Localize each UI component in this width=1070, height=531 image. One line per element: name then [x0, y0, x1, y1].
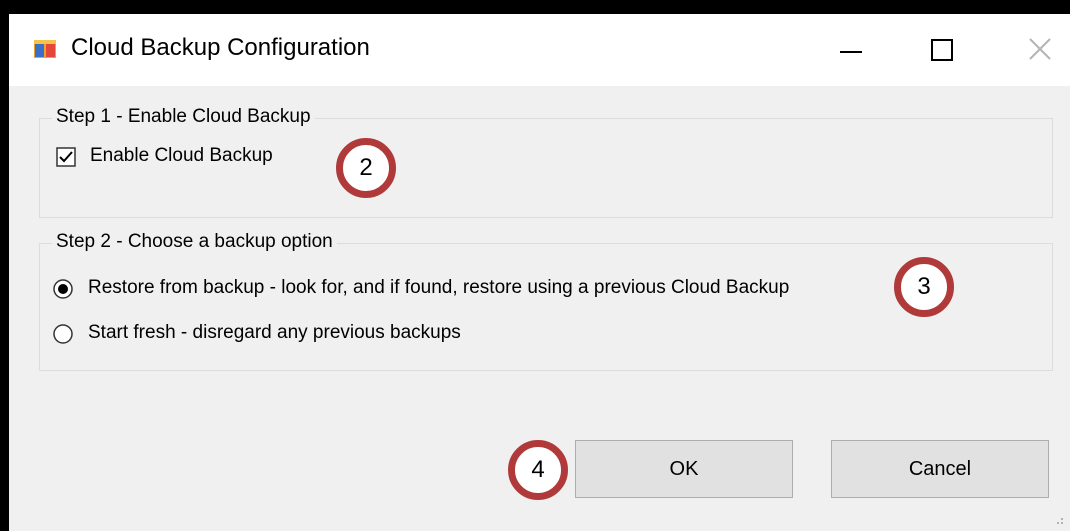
step1-title: Step 1 - Enable Cloud Backup [52, 106, 315, 128]
annotation-badge-4: 4 [508, 440, 568, 500]
close-button[interactable] [1000, 14, 1070, 86]
annotation-badge-2: 2 [336, 138, 396, 198]
maximize-icon [931, 39, 953, 61]
start-fresh-label: Start fresh - disregard any previous bac… [88, 322, 461, 343]
title-bar[interactable]: Cloud Backup Configuration [9, 14, 1070, 86]
resize-grip-icon[interactable] [1054, 515, 1064, 525]
close-icon [1029, 38, 1051, 60]
minimize-icon [840, 51, 862, 53]
cancel-button[interactable]: Cancel [831, 440, 1049, 498]
step1-groupbox: Step 1 - Enable Cloud Backup Enable Clou… [39, 106, 1053, 218]
app-window-icon [34, 40, 56, 58]
radio-selected-icon [53, 279, 73, 299]
step2-title: Step 2 - Choose a backup option [52, 231, 337, 253]
enable-cloud-backup-checkbox[interactable]: Enable Cloud Backup [56, 144, 316, 174]
annotation-badge-3: 3 [894, 257, 954, 317]
ok-button[interactable]: OK [575, 440, 793, 498]
restore-from-backup-label: Restore from backup - look for, and if f… [88, 277, 790, 298]
restore-from-backup-radio[interactable]: Restore from backup - look for, and if f… [52, 275, 882, 305]
maximize-button[interactable] [900, 14, 980, 86]
radio-unselected-icon [53, 324, 73, 344]
minimize-button[interactable] [800, 14, 880, 86]
start-fresh-radio[interactable]: Start fresh - disregard any previous bac… [52, 320, 552, 350]
window-title: Cloud Backup Configuration [71, 34, 370, 61]
checkbox-checked-icon [56, 147, 76, 167]
enable-cloud-backup-label: Enable Cloud Backup [90, 145, 273, 166]
